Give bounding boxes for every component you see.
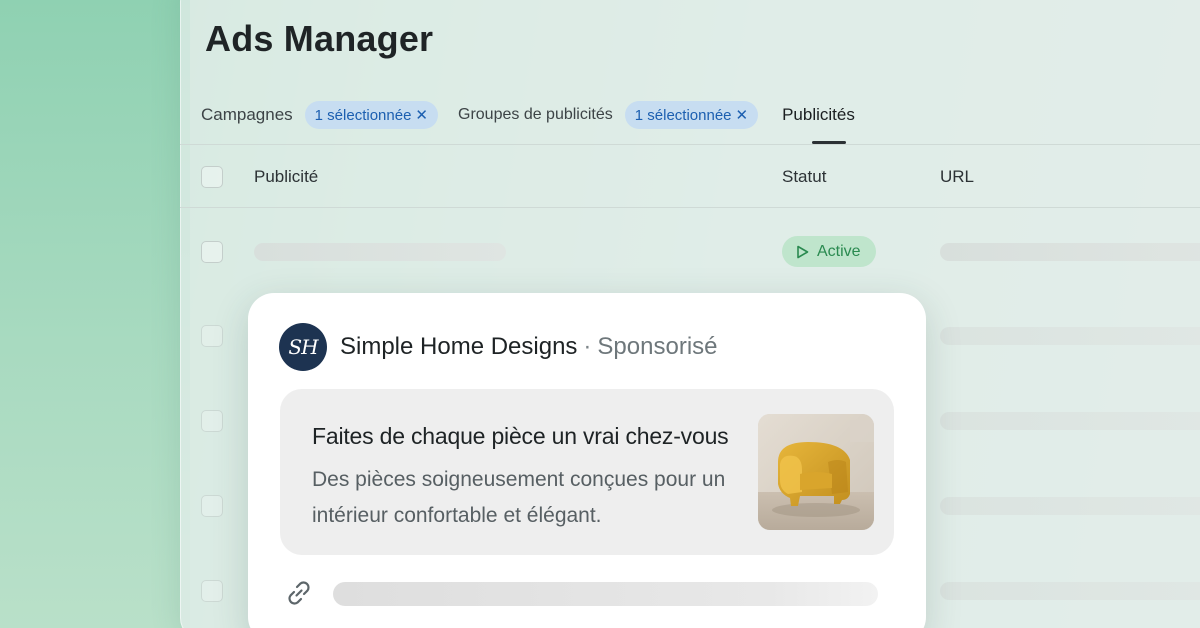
row-checkbox[interactable] xyxy=(201,410,223,432)
row-checkbox[interactable] xyxy=(201,495,223,517)
link-icon[interactable] xyxy=(282,576,316,610)
row-checkbox[interactable] xyxy=(201,241,223,263)
url-placeholder xyxy=(940,412,1200,430)
tabs-divider xyxy=(180,144,1200,145)
breadcrumb-tabs: Campagnes 1 sélectionnée ✕ Groupes de pu… xyxy=(201,98,855,132)
play-icon xyxy=(797,245,809,258)
campaigns-chip-label: 1 sélectionnée xyxy=(314,106,412,124)
url-placeholder xyxy=(940,497,1200,515)
background-gradient xyxy=(0,0,190,628)
armchair-image xyxy=(758,414,874,530)
ad-body-text: Des pièces soigneusement conçues pour un… xyxy=(312,468,726,527)
tab-ads[interactable]: Publicités xyxy=(782,105,855,125)
url-placeholder xyxy=(940,582,1200,600)
ad-headline: Faites de chaque pièce un vrai chez-vous xyxy=(312,423,729,449)
row-checkbox[interactable] xyxy=(201,325,223,347)
column-header-url[interactable]: URL xyxy=(940,167,974,187)
tab-ad-sets[interactable]: Groupes de publicités xyxy=(458,106,613,124)
ad-brand-line: Simple Home Designs · Sponsorisé xyxy=(340,333,718,361)
table-header-divider xyxy=(180,207,1200,208)
close-icon[interactable]: ✕ xyxy=(736,106,749,124)
ad-name-placeholder xyxy=(254,243,506,261)
url-placeholder xyxy=(940,327,1200,345)
sponsored-label: Sponsorisé xyxy=(597,333,718,360)
destination-url-placeholder[interactable] xyxy=(333,582,878,606)
adsets-selection-chip[interactable]: 1 sélectionnée ✕ xyxy=(624,101,759,129)
page-title: Ads Manager xyxy=(205,18,434,59)
status-label: Active xyxy=(817,242,861,260)
ad-image-armchair xyxy=(758,414,874,530)
brand-name: Simple Home Designs xyxy=(340,333,578,360)
campaigns-selection-chip[interactable]: 1 sélectionnée ✕ xyxy=(304,101,438,129)
adsets-chip-label: 1 sélectionnée xyxy=(634,106,732,124)
close-icon[interactable]: ✕ xyxy=(415,106,428,124)
row-checkbox[interactable] xyxy=(201,580,223,602)
url-placeholder xyxy=(940,243,1200,261)
separator: · xyxy=(583,333,592,360)
column-header-status[interactable]: Statut xyxy=(782,167,826,187)
column-header-ad[interactable]: Publicité xyxy=(254,167,318,187)
avatar: SH xyxy=(279,323,327,371)
select-all-checkbox[interactable] xyxy=(201,166,223,188)
tab-campaigns[interactable]: Campagnes xyxy=(201,105,293,125)
status-badge: Active xyxy=(782,236,876,267)
